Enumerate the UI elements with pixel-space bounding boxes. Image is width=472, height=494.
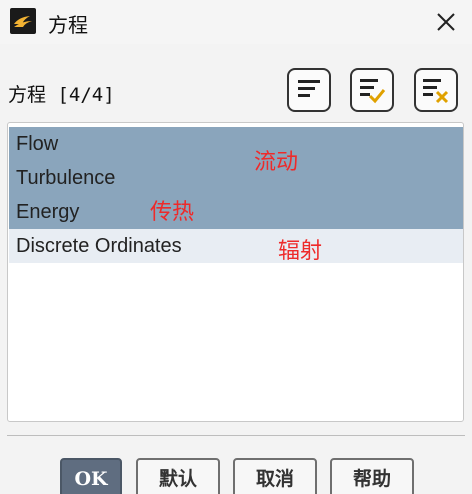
select-check-button[interactable] bbox=[350, 68, 394, 112]
list-count-label: 方程 [4/4] bbox=[8, 84, 115, 106]
equations-dialog: 方程 方程 [4/4] Flow Turbulence Energy Discr… bbox=[0, 0, 472, 494]
list-item-flow[interactable]: Flow bbox=[9, 127, 463, 161]
ansys-logo-icon bbox=[10, 8, 36, 34]
select-check-icon bbox=[360, 79, 386, 104]
annotation-flow: 流动 bbox=[254, 150, 299, 175]
annotation-radiation: 辐射 bbox=[278, 239, 323, 264]
select-all-icon bbox=[298, 80, 320, 97]
divider bbox=[7, 435, 465, 436]
list-item-energy[interactable]: Energy bbox=[9, 195, 463, 229]
close-button[interactable] bbox=[432, 8, 460, 36]
help-button[interactable]: 帮助 bbox=[330, 458, 414, 494]
equations-listbox[interactable]: Flow Turbulence Energy Discrete Ordinate… bbox=[7, 122, 464, 422]
cancel-button[interactable]: 取消 bbox=[233, 458, 317, 494]
annotation-heat-transfer: 传热 bbox=[150, 200, 195, 225]
close-icon bbox=[437, 13, 455, 31]
deselect-all-button[interactable] bbox=[414, 68, 458, 112]
list-item-discrete-ordinates[interactable]: Discrete Ordinates bbox=[9, 229, 463, 263]
ok-button[interactable]: OK bbox=[60, 458, 122, 494]
default-button[interactable]: 默认 bbox=[136, 458, 220, 494]
deselect-all-icon bbox=[423, 79, 449, 104]
title-bar: 方程 bbox=[0, 0, 472, 44]
select-all-button[interactable] bbox=[287, 68, 331, 112]
list-item-turbulence[interactable]: Turbulence bbox=[9, 161, 463, 195]
window-title: 方程 bbox=[48, 13, 88, 37]
